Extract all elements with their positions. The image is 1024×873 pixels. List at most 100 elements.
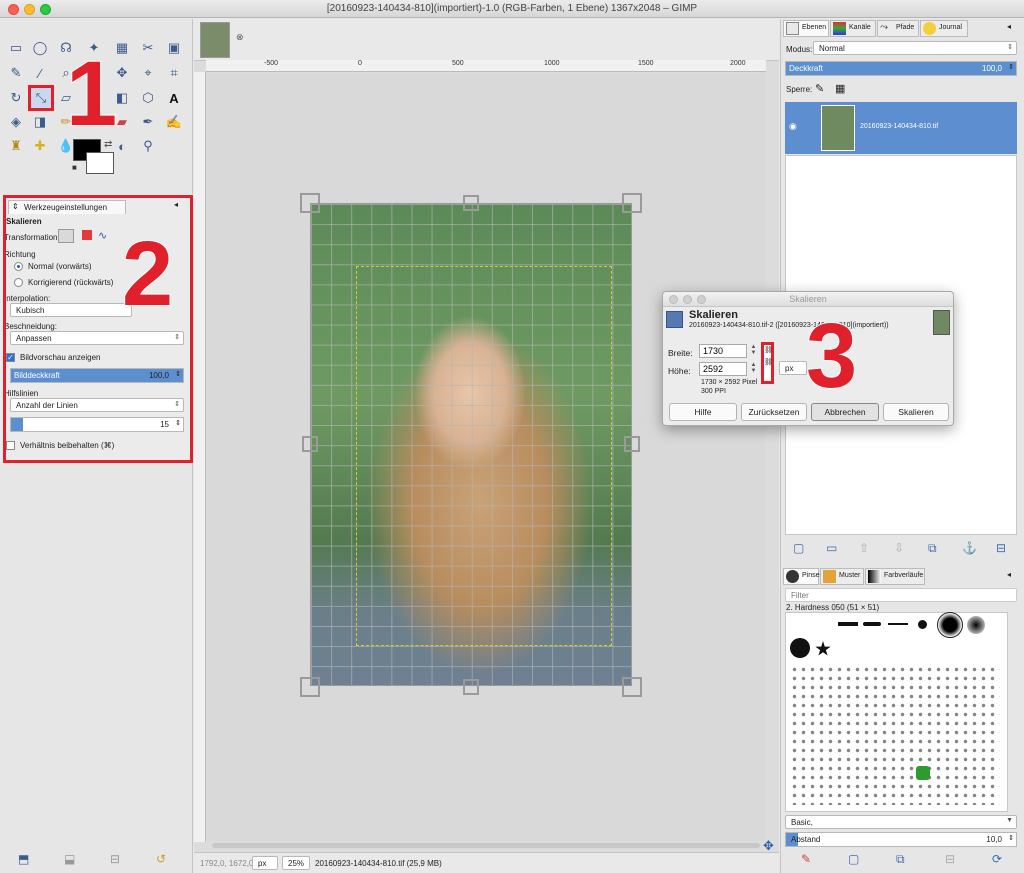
spin-arrows-icon[interactable]: ⇕: [1008, 834, 1014, 842]
transform-handle-left[interactable]: [302, 436, 318, 452]
anchor-layer-icon[interactable]: ⚓: [962, 541, 977, 555]
transform-handle-right[interactable]: [624, 436, 640, 452]
raise-layer-icon[interactable]: ⇧: [859, 541, 869, 555]
cage-transform-tool-icon[interactable]: ⬡: [138, 88, 158, 108]
paths-tool-icon[interactable]: ✎: [6, 63, 26, 83]
transform-handle-top[interactable]: [463, 195, 479, 211]
dialog-unit-select[interactable]: px: [779, 361, 807, 375]
spin-arrows-icon[interactable]: ⇕: [1008, 63, 1014, 71]
brush-item[interactable]: [838, 622, 858, 626]
width-spin-icon[interactable]: ▲ ▼: [749, 344, 758, 358]
text-tool-icon[interactable]: A: [164, 88, 184, 108]
close-tab-icon[interactable]: ⊗: [236, 32, 244, 43]
brush-item[interactable]: [790, 638, 810, 658]
width-input[interactable]: [699, 344, 747, 358]
height-spin-icon[interactable]: ▲ ▼: [749, 362, 758, 376]
unit-select[interactable]: px: [252, 856, 278, 870]
brush-item[interactable]: [918, 620, 927, 629]
preview-checkbox[interactable]: ✓: [6, 353, 15, 362]
tab-journal[interactable]: Journal: [920, 20, 968, 37]
tab-paths[interactable]: ⤳ Pfade: [877, 20, 919, 37]
transform-path-icon[interactable]: ∿: [98, 229, 107, 242]
help-button[interactable]: Hilfe: [669, 403, 737, 421]
clipping-select[interactable]: Anpassen ⇕: [10, 331, 184, 345]
tab-layers[interactable]: Ebenen: [783, 20, 829, 37]
clone-tool-icon[interactable]: ♜: [6, 136, 26, 156]
ellipse-select-tool-icon[interactable]: ◯: [30, 38, 50, 58]
heal-tool-icon[interactable]: ✚: [30, 136, 50, 156]
brush-texture-grid[interactable]: [790, 665, 1000, 805]
tab-channels[interactable]: Kanäle: [830, 20, 876, 37]
scale-tool-icon[interactable]: ⤡: [28, 85, 54, 111]
ink-tool-icon[interactable]: ✍: [164, 112, 184, 132]
transform-selection-icon[interactable]: [82, 230, 92, 240]
transform-handle-bottom-left[interactable]: [300, 677, 320, 697]
layer-opacity-slider[interactable]: Deckkraft 100,0 ⇕: [785, 61, 1017, 76]
line-count-slider[interactable]: 15 ⇕: [10, 417, 184, 432]
edit-brush-icon[interactable]: ✎: [801, 852, 811, 866]
visibility-eye-icon[interactable]: ◉: [789, 121, 797, 132]
transform-handle-bottom-right[interactable]: [622, 677, 642, 697]
reset-options-icon[interactable]: ↺: [156, 852, 170, 866]
save-options-icon[interactable]: ⬒: [18, 852, 32, 866]
rotate-tool-icon[interactable]: ↻: [6, 88, 26, 108]
horizontal-scrollbar[interactable]: [212, 843, 760, 848]
scissors-tool-icon[interactable]: ✂: [138, 38, 158, 58]
scale-button[interactable]: Skalieren: [883, 403, 949, 421]
restore-options-icon[interactable]: ⬓: [64, 852, 78, 866]
transform-handle-top-right[interactable]: [622, 193, 642, 213]
tab-brushes[interactable]: Pinsel: [783, 568, 821, 585]
foreground-select-tool-icon[interactable]: ▣: [164, 38, 184, 58]
spin-arrows-icon[interactable]: ⇕: [175, 370, 181, 378]
refresh-brushes-icon[interactable]: ⟳: [992, 852, 1002, 866]
zoom-select[interactable]: 25%: [282, 856, 310, 870]
spin-arrows-icon[interactable]: ⇕: [175, 419, 181, 427]
lower-layer-icon[interactable]: ⇩: [894, 541, 904, 555]
layer-name[interactable]: 20160923-140434-810.tif: [860, 123, 938, 130]
transform-handle-top-left[interactable]: [300, 193, 320, 213]
measure-tool-icon[interactable]: ⚲: [138, 136, 158, 156]
lock-alpha-icon[interactable]: ▦: [835, 82, 845, 95]
image-opacity-slider[interactable]: Bilddeckkraft 100,0 ⇕: [10, 368, 184, 383]
direction-corrective-radio[interactable]: [14, 278, 23, 287]
dock-menu-icon[interactable]: ◂: [1007, 22, 1011, 31]
delete-brush-icon[interactable]: ⊟: [945, 852, 955, 866]
spacing-slider[interactable]: Abstand 10,0 ⇕: [785, 832, 1017, 847]
tab-gradients[interactable]: Farbverläufe: [865, 568, 925, 585]
brush-item[interactable]: [967, 616, 985, 634]
interpolation-select[interactable]: Kubisch: [10, 303, 132, 317]
lock-pixels-icon[interactable]: ✎: [815, 82, 824, 95]
blend-tool-icon[interactable]: ◨: [30, 112, 50, 132]
dock-menu-icon[interactable]: ◂: [1007, 570, 1011, 579]
brush-item-selected[interactable]: [937, 612, 963, 638]
duplicate-layer-icon[interactable]: ⧉: [928, 541, 937, 556]
new-layer-group-icon[interactable]: ▭: [826, 541, 837, 555]
brush-item-pepper[interactable]: [916, 766, 930, 780]
rect-select-tool-icon[interactable]: ▭: [6, 38, 26, 58]
default-colors-icon[interactable]: ■: [72, 163, 77, 172]
transform-handle-bottom[interactable]: [463, 679, 479, 695]
color-picker-tool-icon[interactable]: ⁄: [30, 63, 50, 83]
duplicate-brush-icon[interactable]: ⧉: [896, 852, 905, 867]
guides-select[interactable]: Anzahl der Linien ⇕: [10, 398, 184, 412]
delete-layer-icon[interactable]: ⊟: [996, 541, 1006, 555]
keep-ratio-checkbox[interactable]: [6, 441, 15, 450]
reset-button[interactable]: Zurücksetzen: [741, 403, 807, 421]
crop-tool-icon[interactable]: ⌗: [164, 63, 184, 83]
image-tab-thumbnail[interactable]: [200, 22, 230, 58]
brush-item[interactable]: [863, 622, 881, 626]
align-tool-icon[interactable]: ⌖: [138, 63, 158, 83]
brush-item[interactable]: [888, 623, 908, 625]
panel-menu-icon[interactable]: ◂: [174, 200, 178, 209]
brush-tag-select[interactable]: Basic, ▼: [785, 815, 1017, 829]
background-color-swatch[interactable]: [86, 152, 114, 174]
delete-options-icon[interactable]: ⊟: [110, 852, 124, 866]
bucket-fill-tool-icon[interactable]: ◈: [6, 112, 26, 132]
tab-patterns[interactable]: Muster: [820, 568, 864, 585]
chain-link-icon[interactable]: ⛓ ⛓: [761, 342, 774, 384]
direction-normal-radio[interactable]: [14, 262, 23, 271]
transform-layer-icon[interactable]: [58, 229, 74, 243]
new-layer-icon[interactable]: ▢: [793, 541, 804, 555]
airbrush-tool-icon[interactable]: ✒: [138, 112, 158, 132]
brush-filter-input[interactable]: [785, 588, 1017, 602]
